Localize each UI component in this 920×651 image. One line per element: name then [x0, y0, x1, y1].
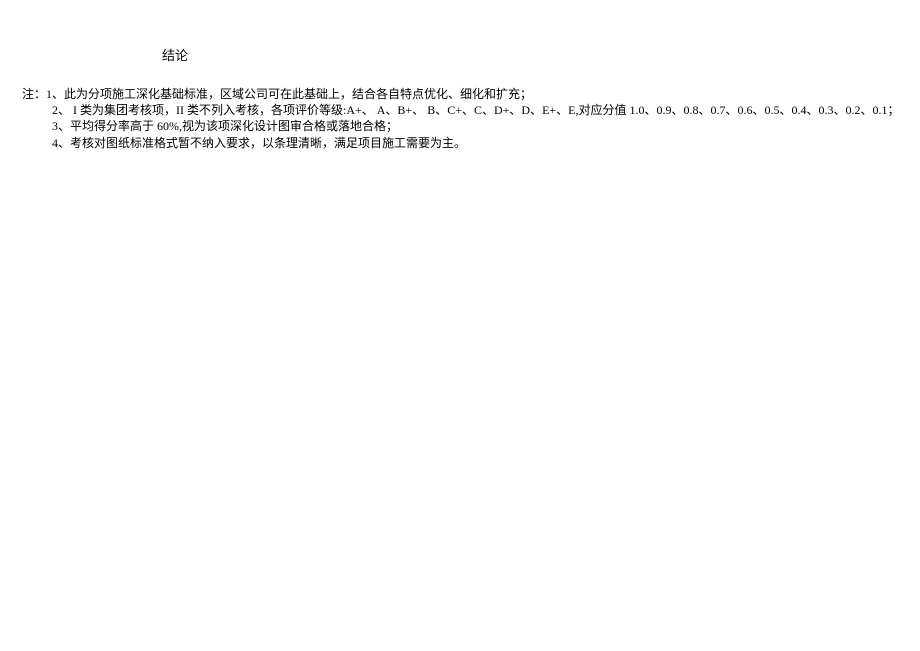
note-item-2: 2、 I 类为集团考核项，II 类不列入考核，各项评价等级:A+、 A、B+、 … [52, 103, 900, 117]
note-prefix: 注： [22, 87, 46, 101]
conclusion-title: 结论 [162, 45, 188, 64]
note-item-3: 3、平均得分率高于 60%,视为该项深化设计图审合格或落地合格； [52, 119, 398, 133]
note-item-4: 4、考核对图纸标准格式暂不纳入要求，以条理清晰，满足项目施工需要为主。 [52, 136, 466, 150]
note-line-3: 3、平均得分率高于 60%,视为该项深化设计图审合格或落地合格； [22, 118, 900, 134]
note-line-4: 4、考核对图纸标准格式暂不纳入要求，以条理清晰，满足项目施工需要为主。 [22, 135, 900, 151]
note-item-1: 1、此为分项施工深化基础标准，区域公司可在此基础上，结合各自特点优化、细化和扩充… [46, 87, 532, 101]
note-line-1: 注：1、此为分项施工深化基础标准，区域公司可在此基础上，结合各自特点优化、细化和… [22, 86, 900, 102]
note-line-2: 2、 I 类为集团考核项，II 类不列入考核，各项评价等级:A+、 A、B+、 … [22, 102, 900, 118]
notes-section: 注：1、此为分项施工深化基础标准，区域公司可在此基础上，结合各自特点优化、细化和… [22, 86, 900, 151]
